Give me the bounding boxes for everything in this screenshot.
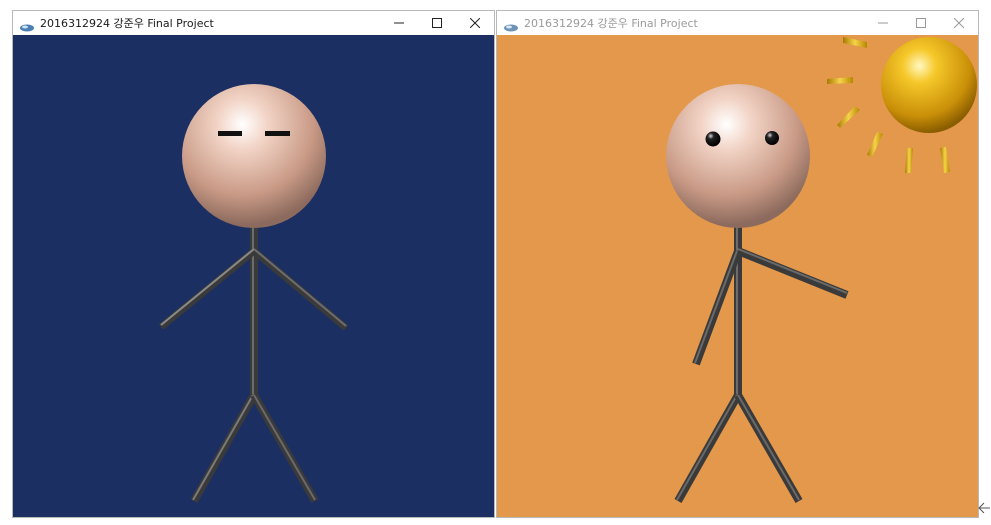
app-window-left[interactable]: 2016312924 강준우 Final Project — [12, 10, 495, 518]
window-title: 2016312924 강준우 Final Project — [40, 17, 214, 30]
minimize-icon — [878, 22, 888, 24]
close-icon — [954, 18, 964, 28]
maximize-button[interactable] — [902, 11, 940, 35]
close-icon — [470, 18, 480, 28]
right-eye-closed — [265, 131, 290, 136]
minimize-button[interactable] — [380, 11, 418, 35]
maximize-icon — [432, 18, 442, 28]
left-eye — [705, 131, 721, 147]
right-eye — [765, 131, 779, 145]
maximize-icon — [916, 18, 926, 28]
window-title: 2016312924 강준우 Final Project — [524, 17, 698, 30]
maximize-button[interactable] — [418, 11, 456, 35]
title-bar[interactable]: 2016312924 강준우 Final Project — [497, 11, 978, 35]
minimize-button[interactable] — [864, 11, 902, 35]
left-eye-closed — [218, 131, 242, 136]
minimize-icon — [394, 22, 404, 24]
close-button[interactable] — [456, 11, 494, 35]
close-button[interactable] — [940, 11, 978, 35]
title-bar[interactable]: 2016312924 강준우 Final Project — [13, 11, 494, 35]
app-icon — [19, 18, 35, 32]
app-icon — [503, 18, 519, 32]
sun-sphere — [881, 37, 977, 133]
app-window-right[interactable]: 2016312924 강준우 Final Project — [496, 10, 979, 518]
head — [182, 84, 326, 228]
opengl-canvas[interactable] — [497, 35, 978, 517]
scroll-left-arrow-icon[interactable] — [976, 500, 991, 516]
head — [666, 84, 810, 228]
opengl-canvas[interactable] — [13, 35, 494, 517]
